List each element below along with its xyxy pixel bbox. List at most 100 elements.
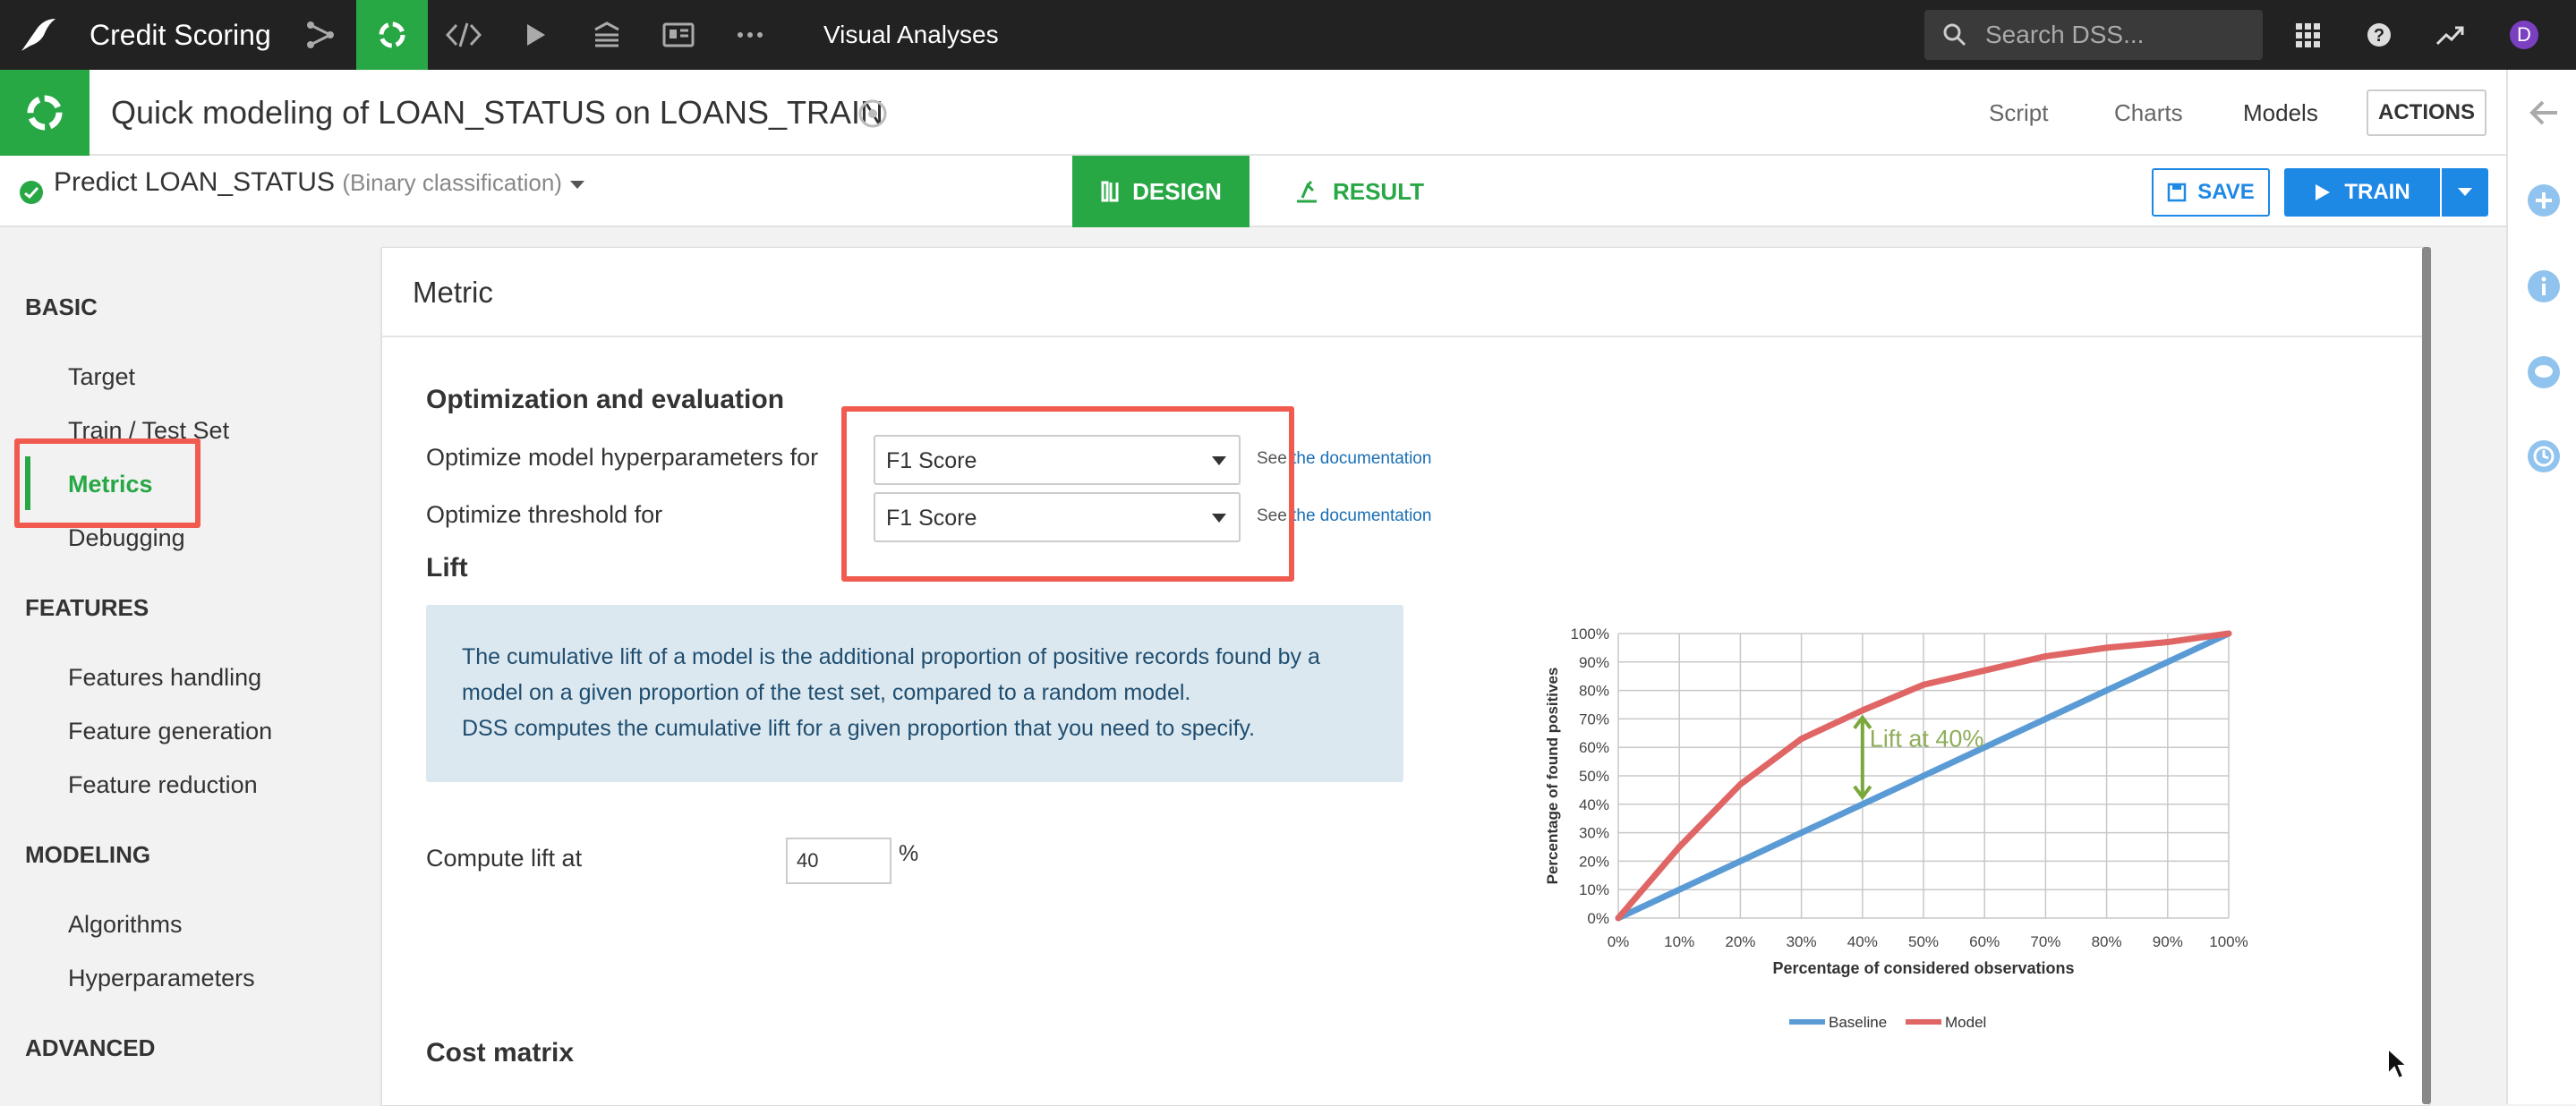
add-circle-icon[interactable]	[2526, 183, 2562, 218]
history-clock-icon[interactable]	[2526, 438, 2562, 474]
prediction-icon	[20, 181, 43, 204]
deploy-icon[interactable]	[571, 0, 643, 70]
dashboard-icon[interactable]	[643, 0, 714, 70]
activity-trend-icon[interactable]	[2424, 0, 2478, 70]
sidebar-heading-modeling: MODELING	[25, 841, 151, 868]
run-icon[interactable]	[499, 0, 571, 70]
y-tick-label: 0%	[1587, 910, 1609, 927]
lab-icon[interactable]	[356, 0, 428, 70]
lift-chart: 0% 10% 20% 30% 40% 50% 60% 70% 80% 90% 100% 0% 10% 20…	[1544, 625, 2248, 1031]
lift-info-line: DSS computes the cumulative lift for a g…	[462, 716, 1256, 741]
panel-header: Metric	[382, 248, 2428, 337]
y-tick-label: 20%	[1579, 853, 1609, 870]
flow-icon[interactable]	[285, 0, 356, 70]
lab-badge-icon	[0, 70, 90, 156]
svg-text:?: ?	[2374, 26, 2384, 46]
train-options-dropdown[interactable]	[2442, 168, 2488, 217]
highlight-optimization-box	[841, 406, 1294, 582]
train-label: TRAIN	[2344, 180, 2410, 204]
y-tick-label: 30%	[1579, 825, 1609, 842]
lift-heading: Lift	[426, 553, 468, 583]
x-tick-label: 0%	[1608, 933, 1630, 950]
discussion-icon[interactable]	[2526, 354, 2562, 390]
x-tick-label: 80%	[2092, 933, 2122, 950]
sidebar-item-feature-generation[interactable]: Feature generation	[68, 718, 272, 745]
y-axis-label: Percentage of found positives	[1544, 668, 1561, 885]
prediction-selector[interactable]: Predict LOAN_STATUS (Binary classificati…	[54, 156, 585, 209]
sidebar-item-debugging[interactable]: Debugging	[68, 524, 185, 552]
train-button[interactable]: TRAIN	[2284, 168, 2440, 217]
sidebar-item-hyperparameters[interactable]: Hyperparameters	[68, 965, 255, 992]
right-rail	[2506, 70, 2576, 1104]
sidebar-item-algorithms[interactable]: Algorithms	[68, 911, 183, 939]
lift-percentage-input[interactable]: 40	[786, 838, 891, 884]
x-tick-label: 70%	[2030, 933, 2060, 950]
panel-title: Metric	[413, 276, 493, 309]
y-tick-label: 70%	[1579, 710, 1609, 727]
apps-grid-icon[interactable]	[2281, 0, 2334, 70]
y-tick-label: 90%	[1579, 654, 1609, 671]
y-tick-label: 40%	[1579, 796, 1609, 813]
prediction-label: Predict LOAN_STATUS	[54, 167, 335, 197]
y-tick-label: 60%	[1579, 739, 1609, 756]
save-button[interactable]: SAVE	[2152, 168, 2270, 217]
sidebar-item-feature-reduction[interactable]: Feature reduction	[68, 771, 258, 799]
dss-bird-logo-icon[interactable]	[18, 15, 57, 55]
result-label: RESULT	[1332, 177, 1425, 205]
lift-percentage-value: 40	[797, 849, 819, 872]
x-tick-label: 90%	[2153, 933, 2183, 950]
design-sidebar: BASIC Target Train / Test Set Metrics De…	[0, 229, 376, 1104]
analysis-header: Quick modeling of LOAN_STATUS on LOANS_T…	[0, 70, 2506, 158]
top-navbar: Credit Scoring Visual Analyses Search DS…	[0, 0, 2576, 70]
save-label: SAVE	[2197, 180, 2255, 204]
mouse-cursor-icon	[2387, 1047, 2410, 1080]
search-placeholder: Search DSS...	[1985, 21, 2145, 48]
search-input[interactable]: Search DSS...	[1924, 10, 2263, 60]
sidebar-heading-features: FEATURES	[25, 594, 149, 621]
x-tick-label: 50%	[1908, 933, 1939, 950]
design-label: DESIGN	[1132, 177, 1222, 205]
prediction-type: (Binary classification)	[342, 169, 562, 196]
cost-matrix-heading: Cost matrix	[426, 1038, 575, 1068]
x-tick-label: 10%	[1664, 933, 1694, 950]
help-icon[interactable]: ?	[2352, 0, 2406, 70]
trophy-icon	[1296, 180, 1317, 203]
design-tab[interactable]: DESIGN	[1072, 156, 1250, 227]
threshold-label: Optimize threshold for	[426, 501, 663, 528]
actions-button[interactable]: ACTIONS	[2367, 89, 2486, 136]
section-title: Visual Analyses	[823, 21, 999, 48]
model-design-toolbar: Predict LOAN_STATUS (Binary classificati…	[0, 156, 2506, 227]
doc-link-text: the documentation	[1292, 506, 1432, 525]
info-circle-icon[interactable]	[2526, 268, 2562, 304]
search-icon	[1943, 23, 1966, 47]
x-tick-label: 100%	[2209, 933, 2248, 950]
scrollbar[interactable]	[2422, 247, 2431, 1104]
x-tick-label: 30%	[1787, 933, 1817, 950]
y-tick-label: 80%	[1579, 683, 1609, 700]
chevron-down-icon	[570, 181, 585, 189]
sidebar-item-target[interactable]: Target	[68, 363, 135, 391]
doc-link-text: the documentation	[1292, 449, 1432, 468]
sidebar-heading-advanced: ADVANCED	[25, 1034, 156, 1061]
optimization-heading: Optimization and evaluation	[426, 385, 785, 414]
hyperparams-label: Optimize model hyperparameters for	[426, 444, 819, 471]
legend-label-baseline: Baseline	[1829, 1014, 1887, 1031]
compute-lift-label: Compute lift at	[426, 845, 583, 872]
tab-script[interactable]: Script	[1989, 70, 2048, 156]
result-tab[interactable]: RESULT	[1269, 156, 1448, 227]
more-icon[interactable]	[714, 0, 786, 70]
code-icon[interactable]	[428, 0, 499, 70]
percent-unit: %	[899, 841, 919, 866]
tab-charts[interactable]: Charts	[2114, 70, 2183, 156]
collapse-arrow-icon[interactable]	[2526, 95, 2562, 131]
user-avatar[interactable]: D	[2510, 21, 2538, 49]
project-name[interactable]: Credit Scoring	[90, 0, 271, 70]
play-icon	[2316, 184, 2331, 200]
y-tick-label: 100%	[1571, 625, 1609, 642]
tab-models[interactable]: Models	[2243, 70, 2318, 158]
lift-info-line: The cumulative lift of a model is the ad…	[462, 644, 1320, 669]
x-tick-label: 20%	[1725, 933, 1755, 950]
sidebar-item-features-handling[interactable]: Features handling	[68, 664, 261, 692]
compass-icon[interactable]	[857, 98, 888, 129]
flask-icon	[1101, 181, 1119, 202]
